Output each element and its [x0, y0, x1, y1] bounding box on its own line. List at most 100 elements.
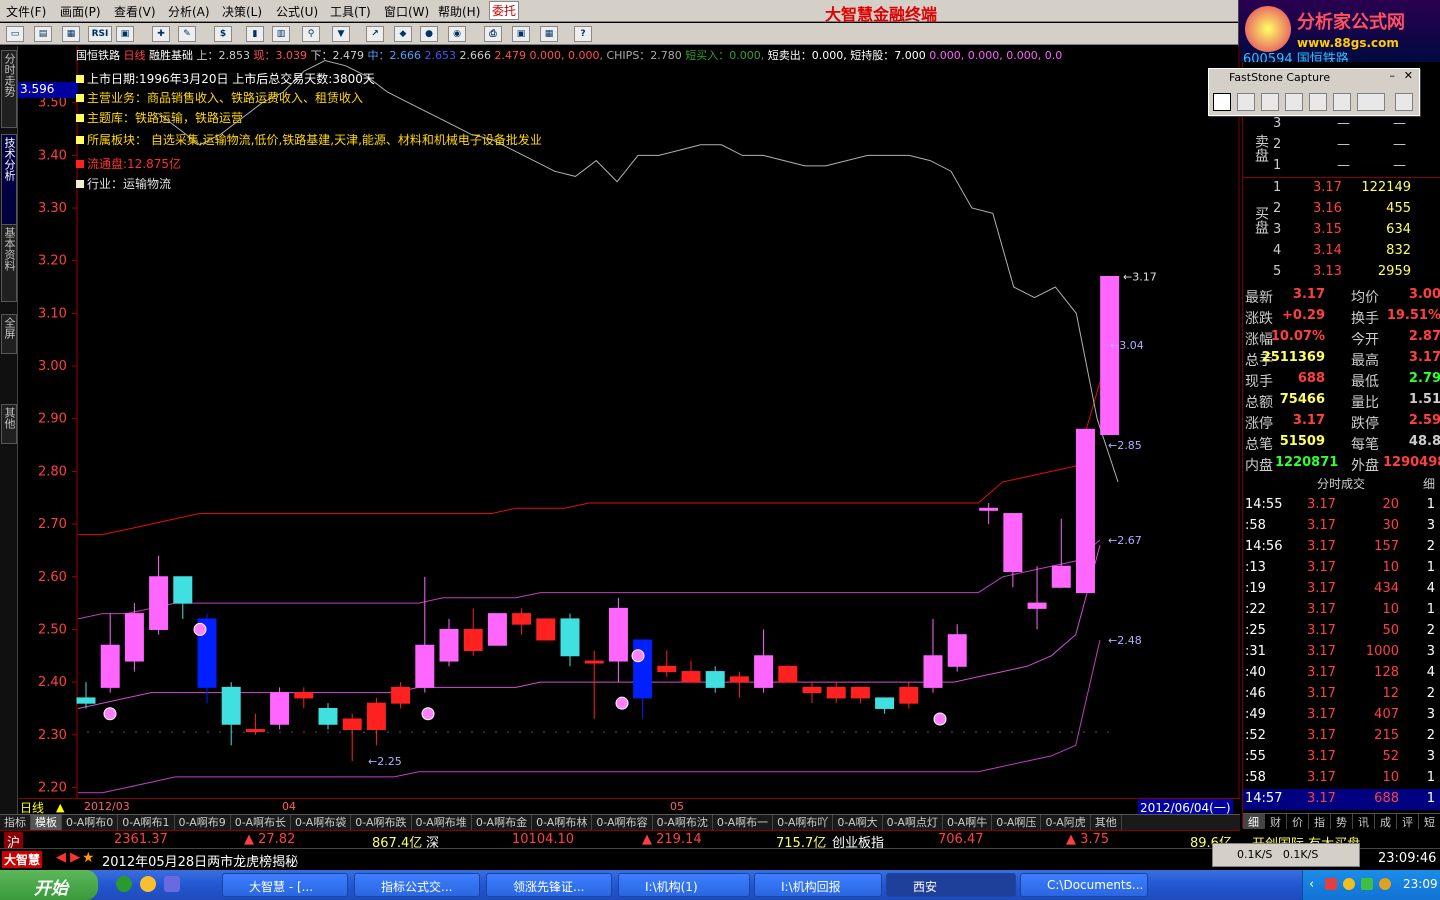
indicator-tab[interactable]: 指标 — [0, 815, 31, 830]
nav-tab-other[interactable]: 其他 — [1, 404, 17, 444]
tray-app3-icon[interactable] — [1361, 878, 1373, 890]
start-button[interactable]: 开始 — [0, 870, 98, 900]
binocular-icon[interactable]: ⚲ — [302, 26, 320, 42]
indicator-tab[interactable]: 0-A啊布林 — [532, 815, 593, 830]
menu-entrust[interactable]: 委托 — [489, 1, 520, 20]
help-cursor-icon[interactable]: ? — [574, 26, 592, 42]
window-icon[interactable]: ▣ — [116, 26, 134, 42]
y-tick-label: 2.90 — [38, 412, 67, 427]
task-securities[interactable]: 领涨先锋证... — [486, 873, 612, 897]
indicator-tab[interactable]: 0-A啊布吖 — [773, 815, 834, 830]
panel-tab[interactable]: 细 — [1243, 814, 1265, 829]
panel-tab[interactable]: 短 — [1419, 814, 1440, 829]
dollar-icon[interactable]: $ — [214, 26, 232, 42]
menu-file[interactable]: 文件(F) — [6, 3, 46, 20]
task-xian[interactable]: 西安 — [886, 873, 1016, 897]
baseline-dot — [231, 731, 233, 733]
period-triangle-icon[interactable]: ▲ — [56, 801, 64, 814]
print-icon[interactable]: ⎙ — [484, 26, 502, 42]
indicator-tab[interactable]: 0-A啊点灯 — [883, 815, 943, 830]
capture-rect-icon[interactable] — [1261, 93, 1279, 111]
indicator-tab[interactable]: 0-A啊布沈 — [653, 815, 713, 830]
blue-circle-icon[interactable]: ◉ — [448, 26, 466, 42]
indicator-tab[interactable]: 0-A啊布0 — [62, 815, 119, 830]
capture-object-icon[interactable] — [1237, 93, 1255, 111]
panel-tab[interactable]: 讯 — [1353, 814, 1375, 829]
quicklaunch-desktop-icon[interactable] — [164, 876, 180, 892]
panel-tab[interactable]: 评 — [1397, 814, 1419, 829]
grid-icon[interactable]: ▦ — [62, 26, 80, 42]
indicator-tab[interactable]: 0-A啊布一 — [713, 815, 774, 830]
capture-freehand-icon[interactable] — [1285, 93, 1303, 111]
news-headline[interactable]: 2012年05月28日两市龙虎榜揭秘 — [102, 851, 298, 870]
diamond-icon[interactable]: ◆ — [394, 26, 412, 42]
panel-tab[interactable]: 指 — [1309, 814, 1331, 829]
tray-arrow-icon[interactable]: ‹ — [1309, 877, 1314, 892]
task-formula[interactable]: 指标公式交... — [354, 873, 480, 897]
capture-window-icon[interactable] — [1213, 93, 1231, 111]
open-icon[interactable]: ▭ — [6, 26, 24, 42]
nav-tab-fullscreen[interactable]: 全屏 — [1, 314, 17, 354]
task-folder-1[interactable]: I:\机构(1) — [618, 873, 750, 897]
chart-icon[interactable]: ▤ — [34, 26, 52, 42]
filter-icon[interactable]: ▼ — [332, 26, 350, 42]
draw-icon[interactable]: ✎ — [178, 26, 196, 42]
menu-view[interactable]: 查看(V) — [114, 3, 156, 20]
indicator-tab[interactable]: 0-A啊大 — [833, 815, 883, 830]
close-icon[interactable]: ✕ — [1404, 69, 1413, 82]
menu-decision[interactable]: 决策(L) — [222, 3, 262, 20]
menu-tools[interactable]: 工具(T) — [330, 3, 371, 20]
tray-clock[interactable]: 23:09 — [1403, 877, 1438, 891]
capture-fullscreen-icon[interactable] — [1309, 93, 1327, 111]
rsi-button[interactable]: RSI — [88, 26, 112, 42]
indicator-tab[interactable]: 0-A啊布跌 — [351, 815, 412, 830]
green-icon[interactable]: ● — [420, 26, 438, 42]
indicator-tab[interactable]: 0-A阿虎 — [1041, 815, 1091, 830]
nav-tab-fundamental[interactable]: 基本资料 — [1, 224, 17, 302]
indicator-tab[interactable]: 0-A啊布袋 — [291, 815, 352, 830]
indicator-tab[interactable]: 0-A啊布1 — [118, 815, 175, 830]
crosshair-icon[interactable]: ✚ — [152, 26, 170, 42]
indicator-tab[interactable]: 其他 — [1091, 815, 1122, 830]
quicklaunch-ie-icon[interactable] — [116, 876, 132, 892]
quicklaunch-icon[interactable] — [140, 876, 156, 892]
indicator-tab[interactable]: 0-A啊布容 — [592, 815, 653, 830]
layout-icon[interactable]: ▣ — [512, 26, 530, 42]
indicator-tab[interactable]: 模板 — [31, 815, 62, 830]
indicator-tab[interactable]: 0-A啊牛 — [943, 815, 993, 830]
minimize-icon[interactable]: – — [1390, 69, 1396, 82]
menu-help[interactable]: 帮助(H) — [438, 3, 480, 20]
indicator-tab[interactable]: 0-A啊布长 — [231, 815, 292, 830]
news-prev-icon[interactable]: ◀ ▶ — [56, 850, 80, 865]
panel-tab[interactable]: 财 — [1265, 814, 1287, 829]
tray-app2-icon[interactable] — [1343, 878, 1355, 890]
task-folder-2[interactable]: I:\机构回报 — [754, 873, 882, 897]
task-documents[interactable]: C:\Documents... — [1020, 873, 1148, 897]
tray-app-icon[interactable] — [1325, 878, 1337, 890]
up-chart-icon[interactable]: ↗ — [366, 26, 384, 42]
kline-chart[interactable]: 3.503.403.303.203.103.002.902.802.702.60… — [18, 46, 1240, 798]
nav-tab-intraday[interactable]: 分时走势 — [1, 50, 17, 128]
candle-icon[interactable]: ▮ — [246, 26, 264, 42]
candle-body — [270, 692, 290, 725]
menu-formula[interactable]: 公式(U) — [276, 3, 318, 20]
tray-app4-icon[interactable] — [1379, 878, 1391, 890]
bars-icon[interactable]: ▥ — [272, 26, 290, 42]
panel-tab[interactable]: 势 — [1331, 814, 1353, 829]
capture-scroll-icon[interactable] — [1333, 93, 1351, 111]
capture-output-icon[interactable] — [1395, 93, 1413, 111]
indicator-tab[interactable]: 0-A啊布金 — [472, 815, 533, 830]
y-tick-label: 2.80 — [38, 464, 67, 479]
panel-tab[interactable]: 成 — [1375, 814, 1397, 829]
calc-icon[interactable]: ▦ — [540, 26, 558, 42]
menu-analyze[interactable]: 分析(A) — [168, 3, 210, 20]
panel-tab[interactable]: 价 — [1287, 814, 1309, 829]
menu-window[interactable]: 窗口(W) — [384, 3, 429, 20]
indicator-tab[interactable]: 0-A啊布堆 — [412, 815, 472, 830]
indicator-tab[interactable]: 0-A啊压 — [992, 815, 1042, 830]
menu-screen[interactable]: 画面(P) — [60, 3, 101, 20]
indicator-tab[interactable]: 0-A啊布9 — [175, 815, 231, 830]
task-dazhihui[interactable]: 大智慧 - [... — [222, 873, 348, 897]
capture-settings-icon[interactable] — [1357, 93, 1385, 111]
candle-body — [124, 613, 144, 662]
